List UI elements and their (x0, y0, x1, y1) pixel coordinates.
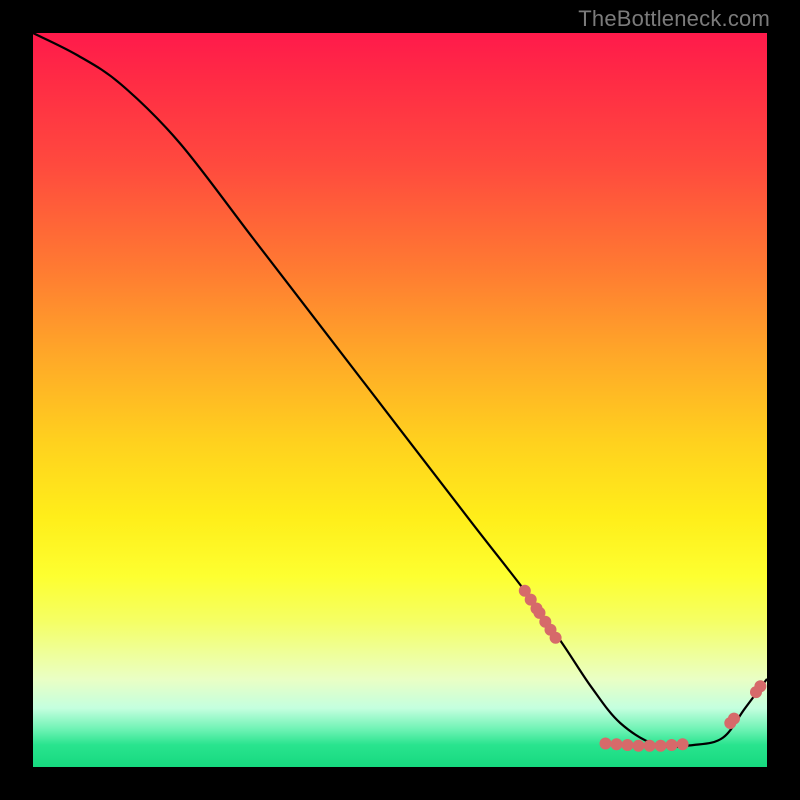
data-marker (754, 680, 766, 692)
data-marker (550, 632, 562, 644)
data-marker (611, 738, 623, 750)
data-marker (622, 739, 634, 751)
bottleneck-curve (33, 33, 767, 747)
data-marker (600, 738, 612, 750)
data-marker (633, 740, 645, 752)
data-marker (728, 713, 740, 725)
curve-layer (33, 33, 767, 767)
data-marker (644, 740, 656, 752)
plot-area (33, 33, 767, 767)
data-marker (677, 738, 689, 750)
curve-group (33, 33, 767, 752)
chart-stage: TheBottleneck.com (0, 0, 800, 800)
watermark-text: TheBottleneck.com (578, 6, 770, 32)
data-marker (666, 739, 678, 751)
data-marker (655, 740, 667, 752)
